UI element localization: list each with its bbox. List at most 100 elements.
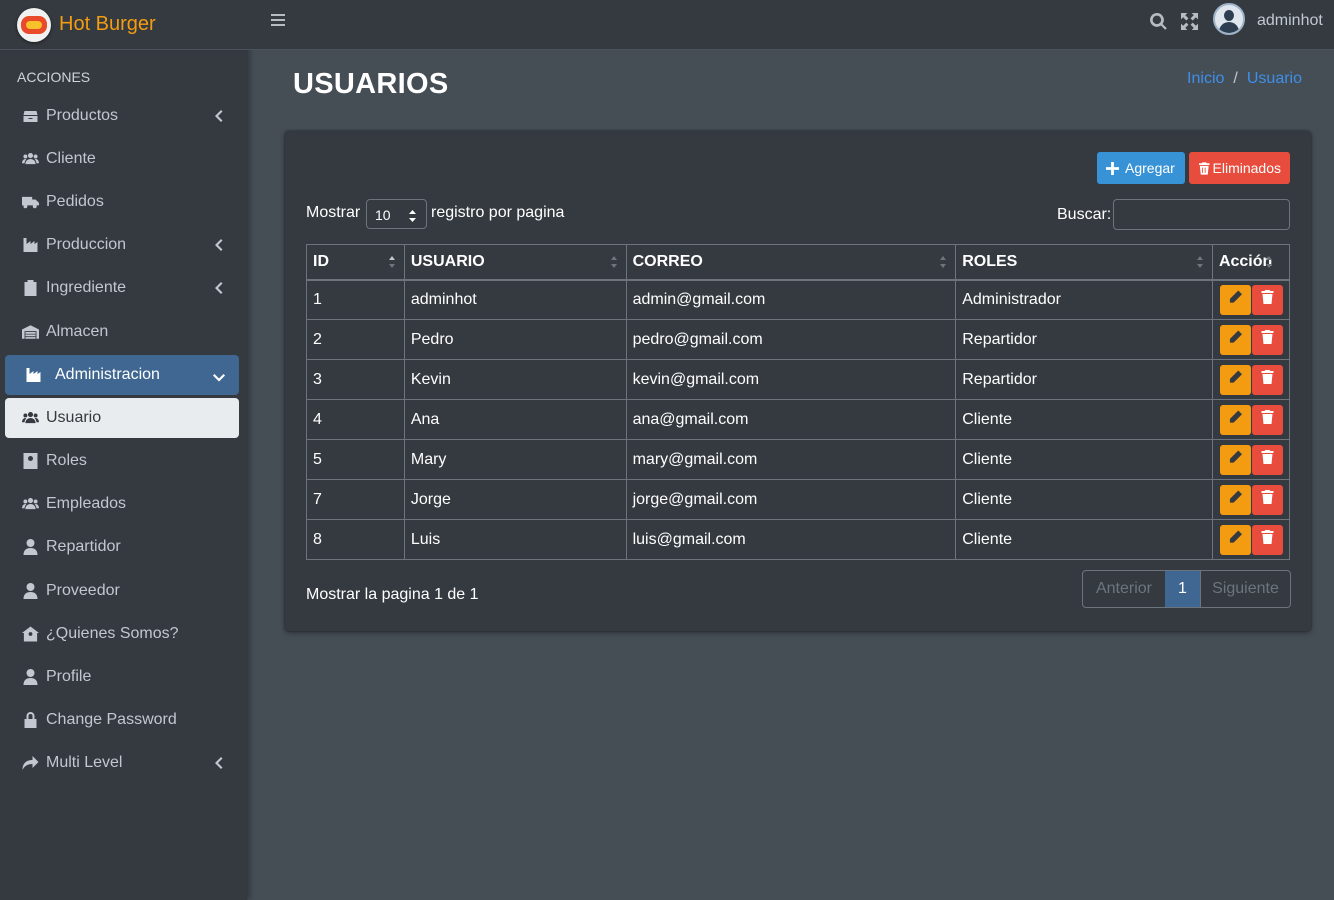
pencil-icon <box>1229 450 1242 469</box>
sidebar-item-empleados[interactable]: Empleados <box>5 484 239 524</box>
user-name[interactable]: adminhot <box>1257 12 1323 30</box>
table-row: 5 Mary mary@gmail.com Cliente <box>306 439 1291 480</box>
brand-logo <box>17 7 51 42</box>
edit-button[interactable] <box>1219 364 1251 395</box>
sidebar-item-almacen[interactable]: Almacen <box>5 312 239 352</box>
column-header-id[interactable]: ID <box>306 244 405 281</box>
sidebar-item-pedidos[interactable]: Pedidos <box>5 182 239 222</box>
sidebar-item-administracion[interactable]: Administracion <box>5 355 239 395</box>
edit-button[interactable] <box>1219 284 1251 315</box>
sidebar-item-label: Cliente <box>46 150 96 167</box>
chevron-left-icon <box>215 756 223 770</box>
sort-icon <box>610 254 618 270</box>
sort-icon <box>388 254 396 270</box>
column-header-usuario[interactable]: USUARIO <box>403 244 627 281</box>
edit-button[interactable] <box>1219 324 1251 355</box>
cell-usuario: Jorge <box>403 479 627 520</box>
sort-icon <box>1265 254 1273 270</box>
sidebar-item-label: ¿Quienes Somos? <box>46 625 179 642</box>
menu-toggle-icon[interactable] <box>271 14 285 28</box>
column-header-correo[interactable]: CORREO <box>625 244 957 281</box>
clipboard-icon <box>20 280 40 296</box>
deleted-button[interactable]: Eliminados <box>1189 152 1290 184</box>
search-input[interactable] <box>1113 199 1290 230</box>
column-header-accion[interactable]: Acción <box>1211 244 1291 281</box>
delete-button[interactable] <box>1251 364 1283 395</box>
brand-link[interactable]: Hot Burger <box>0 0 247 50</box>
sidebar-item-label: Usuario <box>46 409 102 426</box>
cell-usuario: Ana <box>403 399 627 440</box>
delete-button[interactable] <box>1251 444 1283 475</box>
sidebar-item-repartidor[interactable]: Repartidor <box>5 527 239 567</box>
table-row: 1 adminhot admin@gmail.com Administrador <box>306 279 1291 320</box>
sidebar-item-usuario[interactable]: Usuario <box>5 398 239 438</box>
cell-roles: Administrador <box>955 279 1213 320</box>
sidebar-item-produccion[interactable]: Produccion <box>5 225 239 265</box>
pagination: Anterior 1 Siguiente <box>1082 570 1291 608</box>
pagination-previous[interactable]: Anterior <box>1083 571 1165 607</box>
search-icon[interactable] <box>1150 12 1167 30</box>
cell-actions <box>1211 399 1291 440</box>
sidebar-item-profile[interactable]: Profile <box>5 657 239 697</box>
cell-usuario: Luis <box>403 519 627 560</box>
delete-button[interactable] <box>1251 324 1283 355</box>
sidebar-item-cliente[interactable]: Cliente <box>5 139 239 179</box>
cell-usuario: Kevin <box>403 359 627 400</box>
sort-icon <box>939 254 947 270</box>
chevron-left-icon <box>215 109 223 123</box>
add-button[interactable]: Agregar <box>1097 152 1185 184</box>
column-header-roles[interactable]: ROLES <box>955 244 1213 281</box>
cell-correo: pedro@gmail.com <box>625 319 957 360</box>
sidebar-item-quienes-somos[interactable]: ¿Quienes Somos? <box>5 614 239 654</box>
users-card: Agregar Eliminados Mostrar 10 registro p… <box>285 131 1311 631</box>
sidebar-item-label: Repartidor <box>46 538 121 555</box>
table-header-row: ID USUARIO CORREO ROLES Acción <box>306 244 1291 281</box>
cell-usuario: Pedro <box>403 319 627 360</box>
page-size-select[interactable]: 10 <box>366 199 427 229</box>
chevron-left-icon <box>215 281 223 295</box>
sidebar-item-label: Proveedor <box>46 582 120 599</box>
sidebar-item-change-password[interactable]: Change Password <box>5 700 239 740</box>
sidebar-item-label: Change Password <box>46 711 177 728</box>
pagination-next[interactable]: Siguiente <box>1200 571 1290 607</box>
breadcrumb-current[interactable]: Usuario <box>1247 70 1302 88</box>
pencil-icon <box>1229 370 1242 389</box>
pencil-icon <box>1229 290 1242 309</box>
sidebar-item-label: Ingrediente <box>46 279 127 296</box>
sidebar-item-roles[interactable]: Roles <box>5 441 239 481</box>
trash-icon <box>1261 410 1274 429</box>
pagination-info: Mostrar la pagina 1 de 1 <box>306 586 479 603</box>
cell-roles: Cliente <box>955 479 1213 520</box>
delete-button[interactable] <box>1251 284 1283 315</box>
cell-roles: Repartidor <box>955 319 1213 360</box>
edit-button[interactable] <box>1219 524 1251 555</box>
pagination-page-1[interactable]: 1 <box>1165 571 1200 607</box>
breadcrumb-home-link[interactable]: Inicio <box>1187 70 1224 88</box>
avatar[interactable] <box>1213 3 1245 35</box>
cell-usuario: adminhot <box>403 279 627 320</box>
delete-button[interactable] <box>1251 524 1283 555</box>
top-navbar: adminhot <box>247 0 1334 50</box>
lock-icon <box>20 712 40 728</box>
sidebar-item-multi-level[interactable]: Multi Level <box>5 743 239 783</box>
sort-icon <box>1196 254 1204 270</box>
cell-roles: Cliente <box>955 399 1213 440</box>
users-icon <box>20 410 40 426</box>
edit-button[interactable] <box>1219 444 1251 475</box>
breadcrumb: Inicio / Usuario <box>1187 70 1302 88</box>
delete-button[interactable] <box>1251 484 1283 515</box>
sidebar-item-proveedor[interactable]: Proveedor <box>5 571 239 611</box>
sidebar-item-ingrediente[interactable]: Ingrediente <box>5 268 239 308</box>
cell-actions <box>1211 319 1291 360</box>
trash-icon <box>1261 530 1274 549</box>
cell-roles: Cliente <box>955 439 1213 480</box>
fullscreen-icon[interactable] <box>1181 13 1198 30</box>
user-icon <box>20 583 40 599</box>
chevron-left-icon <box>215 238 223 252</box>
edit-button[interactable] <box>1219 404 1251 435</box>
page-title: USUARIOS <box>293 68 449 100</box>
cell-actions <box>1211 279 1291 320</box>
sidebar-item-productos[interactable]: Productos <box>5 96 239 136</box>
delete-button[interactable] <box>1251 404 1283 435</box>
edit-button[interactable] <box>1219 484 1251 515</box>
